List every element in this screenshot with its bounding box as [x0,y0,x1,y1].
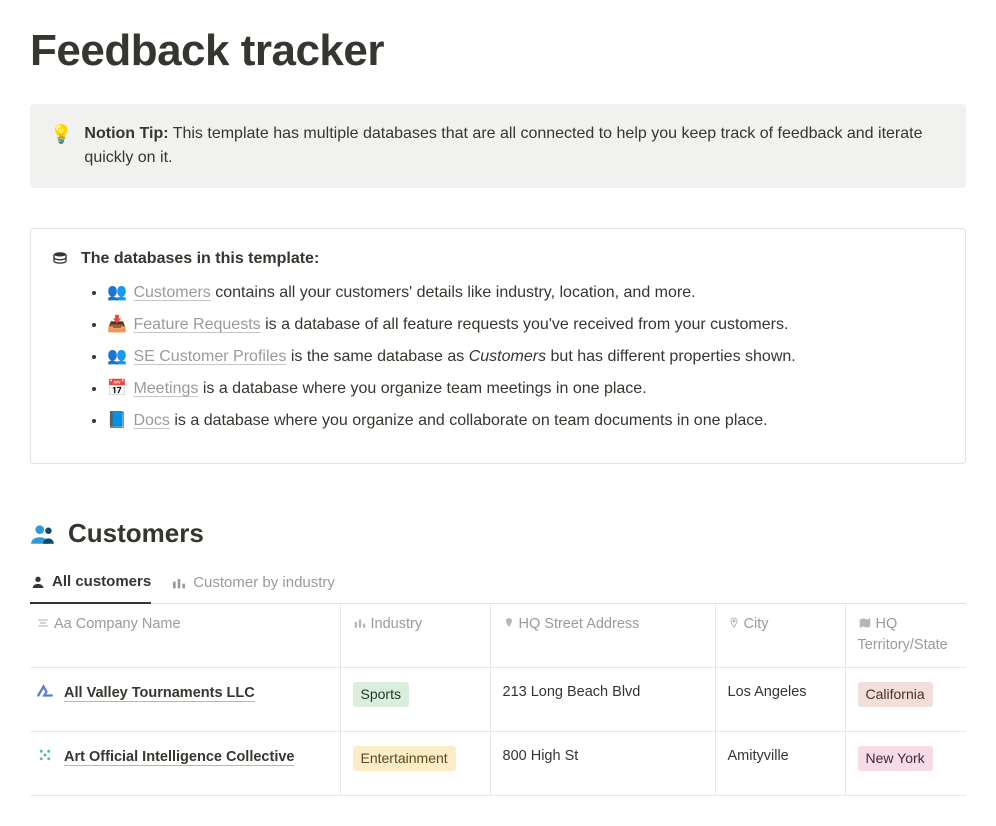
databases-info-header: The databases in this template: [51,247,945,271]
col-territory[interactable]: HQ Territory/State [845,604,966,668]
tab-customer-by-industry[interactable]: Customer by industry [171,565,335,603]
list-item-text: contains all your customers' details lik… [211,284,696,301]
bulb-icon: 💡 [50,122,72,147]
callout-text: Notion Tip: This template has multiple d… [84,122,946,170]
page-title: Feedback tracker [30,18,966,84]
col-header-label: Company Name [76,616,181,632]
list-item: 👥 Customers contains all your customers'… [107,281,945,305]
pin-icon [503,616,519,632]
inbox-icon: 📥 [107,313,127,337]
city-cell: Amityville [715,732,845,796]
list-item-text: is a database where you organize and col… [170,412,768,429]
calendar-icon: 📅 [107,377,127,401]
location-icon [728,616,744,632]
col-header-label: City [744,616,769,632]
list-item-text: but has different properties shown. [546,348,796,365]
company-logo-icon [36,682,54,700]
table-row[interactable]: Art Official Intelligence Collective Ent… [30,732,966,796]
col-company-name[interactable]: Aa Company Name [30,604,340,668]
list-item: 📅 Meetings is a database where you organ… [107,377,945,401]
table-row[interactable]: All Valley Tournaments LLC Sports 213 Lo… [30,668,966,732]
industry-icon [171,575,187,591]
callout-body: This template has multiple databases tha… [84,125,922,166]
col-header-label: Industry [371,616,423,632]
list-item: 📘 Docs is a database where you organize … [107,409,945,433]
territory-tag: New York [858,746,933,771]
tab-all-customers[interactable]: All customers [30,565,151,604]
tab-label: Customer by industry [193,572,335,595]
list-item-italic: Customers [469,348,546,365]
city-cell: Los Angeles [715,668,845,732]
se-customer-profiles-link[interactable]: SE Customer Profiles [133,348,286,365]
address-cell: 213 Long Beach Blvd [490,668,715,732]
meetings-link[interactable]: Meetings [133,380,198,397]
people-icon: 👥 [107,281,127,305]
docs-link[interactable]: Docs [133,412,169,429]
customers-tabs: All customers Customer by industry [30,565,966,604]
list-item-text: is the same database as [286,348,468,365]
databases-info-box: The databases in this template: 👥 Custom… [30,228,966,464]
map-icon [858,616,876,632]
feature-requests-link[interactable]: Feature Requests [133,316,260,333]
list-item-text: is a database of all feature requests yo… [261,316,789,333]
tab-label: All customers [52,571,151,594]
customers-table: Aa Company Name Industry HQ Street Addre… [30,604,966,797]
person-icon [30,574,46,590]
tip-callout: 💡 Notion Tip: This template has multiple… [30,104,966,188]
col-industry[interactable]: Industry [340,604,490,668]
people-icon: 👥 [107,345,127,369]
industry-icon [353,616,371,632]
address-cell: 800 High St [490,732,715,796]
list-item-text: is a database where you organize team me… [198,380,646,397]
company-link[interactable]: Art Official Intelligence Collective [64,749,294,766]
callout-bold: Notion Tip: [84,125,168,142]
industry-tag: Sports [353,682,409,707]
customers-title: Customers [68,514,204,553]
col-header-text: Aa [54,616,76,632]
territory-tag: California [858,682,933,707]
table-header-row: Aa Company Name Industry HQ Street Addre… [30,604,966,668]
customers-link[interactable]: Customers [133,284,210,301]
databases-header-text: The databases in this template: [81,247,319,271]
list-item: 👥 SE Customer Profiles is the same datab… [107,345,945,369]
industry-tag: Entertainment [353,746,456,771]
col-header-label: HQ Street Address [519,616,640,632]
databases-list: 👥 Customers contains all your customers'… [51,281,945,433]
col-address[interactable]: HQ Street Address [490,604,715,668]
col-city[interactable]: City [715,604,845,668]
company-link[interactable]: All Valley Tournaments LLC [64,685,255,702]
database-icon [51,251,69,267]
text-icon [36,616,54,632]
customers-section-header: Customers [30,514,966,553]
customers-icon [30,521,56,547]
company-logo-icon [36,746,54,764]
book-icon: 📘 [107,409,127,433]
list-item: 📥 Feature Requests is a database of all … [107,313,945,337]
